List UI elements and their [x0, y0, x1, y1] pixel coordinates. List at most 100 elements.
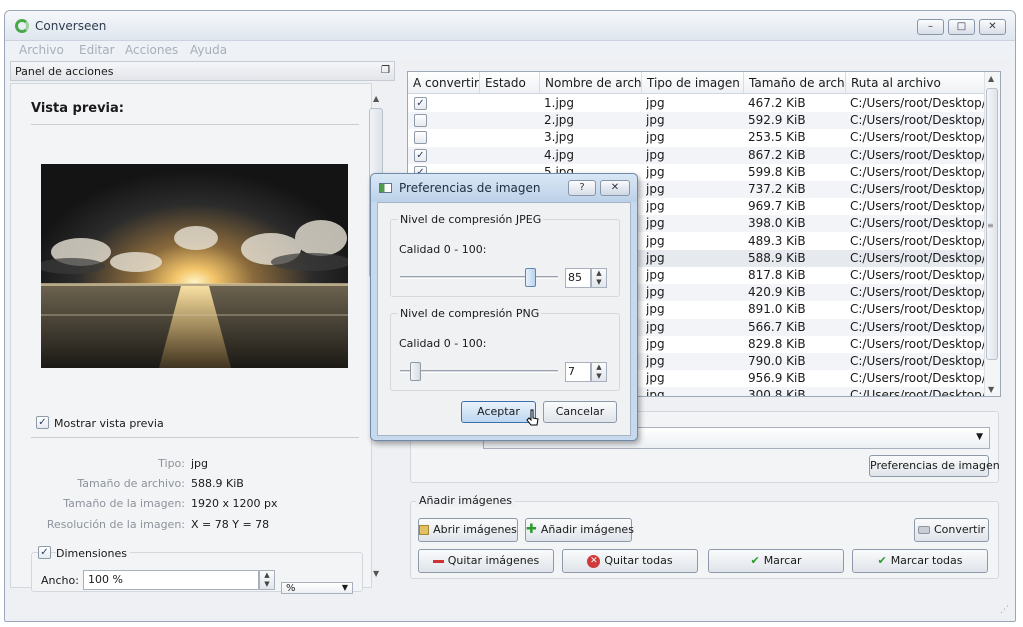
col-file-path[interactable]: Ruta al archivo [846, 72, 988, 94]
preview-header: Vista previa: [31, 101, 124, 116]
col-filename[interactable]: Nombre de archivo [540, 72, 642, 94]
row-file-size: 891.0 KiB [748, 302, 806, 317]
row-filename: 1.jpg [544, 96, 575, 110]
row-filename: 4.jpg [544, 147, 575, 162]
row-checkbox[interactable]: ✓ [414, 148, 427, 162]
info-type-label: Tipo: [158, 457, 185, 470]
convert-label: Convertir [933, 523, 986, 536]
row-filename: 3.jpg [544, 130, 575, 145]
mark-button[interactable]: ✔ Marcar [708, 549, 844, 573]
col-file-size[interactable]: Tamaño de archivo [744, 72, 846, 94]
open-images-button[interactable]: Abrir imágenes [418, 518, 518, 542]
row-file-path: C:/Users/root/Desktop/... [850, 388, 986, 397]
png-slider-handle[interactable] [410, 362, 422, 381]
table-row[interactable]: 2.jpg jpg 592.9 KiB C:/Users/root/Desktop/.… [408, 112, 988, 130]
jpeg-slider-handle[interactable] [524, 268, 536, 287]
row-checkbox[interactable]: ✓ [414, 97, 427, 110]
undock-icon[interactable]: ❐ [381, 65, 390, 76]
jpeg-quality-stepper[interactable]: ▲ ▼ [591, 268, 607, 288]
grip-icon: ≡ [987, 221, 994, 230]
preview-image [41, 164, 348, 368]
row-file-size: 969.7 KiB [748, 199, 806, 214]
window-title: Converseen [35, 19, 107, 33]
info-resolution-label: Resolución de la imagen: [46, 518, 185, 531]
convert-icon [917, 526, 930, 534]
row-file-size: 829.8 KiB [748, 336, 806, 351]
chevron-down-icon: ▼ [976, 432, 983, 442]
remove-all-button[interactable]: ✕ Quitar todas [562, 549, 698, 573]
scroll-up-arrow[interactable]: ▲ [373, 94, 379, 103]
mark-all-button[interactable]: ✔ Marcar todas [852, 549, 988, 573]
col-image-type[interactable]: Tipo de imagen [642, 72, 744, 94]
unit-select[interactable]: % ▼ [281, 582, 353, 594]
width-input[interactable]: 100 % [83, 570, 259, 590]
dialog-close-button[interactable]: ✕ [600, 180, 630, 196]
row-file-path: C:/Users/root/Desktop/... [850, 268, 986, 282]
mark-all-label: Marcar todas [890, 554, 963, 567]
row-file-size: 566.7 KiB [748, 319, 806, 334]
row-file-path: C:/Users/root/Desktop/... [850, 147, 986, 162]
minimize-button[interactable]: – [917, 19, 944, 35]
png-quality-stepper[interactable]: ▲ ▼ [591, 362, 607, 382]
menu-archivo[interactable]: Archivo [19, 43, 64, 57]
row-file-path: C:/Users/root/Desktop/... [850, 130, 986, 145]
row-checkbox[interactable] [414, 114, 427, 128]
cancel-button[interactable]: Cancelar [543, 401, 617, 423]
row-image-type: jpg [646, 250, 665, 265]
table-scroll-down-arrow[interactable]: ▼ [988, 385, 994, 394]
row-image-type: jpg [646, 199, 665, 214]
row-file-path: C:/Users/root/Desktop/... [850, 250, 986, 265]
show-preview-label: Mostrar vista previa [54, 417, 164, 430]
title-bar[interactable]: Converseen – □ ✕ [5, 11, 1015, 41]
image-preferences-button[interactable]: Preferencias de imagen [869, 455, 1000, 477]
accept-button[interactable]: Aceptar [461, 401, 536, 423]
table-scroll-up-arrow[interactable]: ▲ [988, 74, 994, 83]
close-button[interactable]: ✕ [979, 19, 1006, 35]
row-image-type: jpg [646, 268, 665, 282]
menu-editar[interactable]: Editar [79, 43, 115, 57]
row-checkbox[interactable] [414, 131, 427, 145]
row-file-path: C:/Users/root/Desktop/... [850, 302, 986, 317]
row-file-size: 817.8 KiB [748, 268, 806, 282]
row-image-type: jpg [646, 371, 665, 386]
table-row[interactable]: 3.jpg jpg 253.5 KiB C:/Users/root/Desktop/.… [408, 129, 988, 146]
row-image-type: jpg [646, 130, 665, 145]
menu-ayuda[interactable]: Ayuda [190, 43, 227, 57]
add-images-title: Añadir imágenes [416, 494, 516, 507]
row-filename: 2.jpg [544, 113, 575, 128]
png-quality-input[interactable]: 7 [565, 362, 591, 382]
row-file-path: C:/Users/root/Desktop/... [850, 233, 986, 248]
jpeg-quality-input[interactable]: 85 [565, 268, 591, 288]
table-row[interactable]: ✓ 4.jpg jpg 867.2 KiB C:/Users/root/Desktop/… [408, 146, 988, 164]
maximize-button[interactable]: □ [948, 19, 975, 35]
row-file-size: 737.2 KiB [748, 182, 806, 196]
table-row[interactable]: ✓ 1.jpg jpg 467.2 KiB C:/Users/root/Desktop/… [408, 95, 988, 112]
menu-acciones[interactable]: Acciones [125, 43, 178, 57]
scroll-down-arrow[interactable]: ▼ [373, 569, 379, 578]
open-images-label: Abrir imágenes [433, 523, 517, 536]
help-button[interactable]: ? [568, 180, 596, 196]
row-image-type: jpg [646, 302, 665, 317]
row-image-type: jpg [646, 164, 665, 179]
unit-select-value: % [286, 583, 296, 594]
row-image-type: jpg [646, 113, 665, 128]
width-stepper[interactable]: ▲ ▼ [259, 570, 275, 590]
dialog-title: Preferencias de imagen [399, 181, 541, 195]
col-status[interactable]: Estado [480, 72, 540, 94]
png-slider-track[interactable] [400, 370, 558, 373]
row-image-type: jpg [646, 147, 665, 162]
actions-panel: Vista previa: ✓ Mostrar vista previa Tip… [10, 83, 372, 594]
add-images-button[interactable]: ✚ Añadir imágenes [525, 518, 634, 542]
folder-icon [419, 525, 430, 535]
dimensions-checkbox[interactable]: ✓ [38, 546, 51, 559]
remove-images-button[interactable]: Quitar imágenes [418, 549, 554, 573]
col-to-convert[interactable]: A convertir [408, 72, 480, 94]
convert-button[interactable]: Convertir [914, 518, 989, 542]
image-preferences-dialog: Preferencias de imagen ? ✕ Nivel de comp… [370, 173, 638, 441]
resize-grip-icon[interactable]: ⋰ [1000, 605, 1009, 615]
row-file-path: C:/Users/root/Desktop/... [850, 113, 986, 128]
dialog-title-bar[interactable]: Preferencias de imagen ? ✕ [371, 174, 637, 202]
row-file-path: C:/Users/root/Desktop/... [850, 336, 986, 351]
show-preview-checkbox[interactable]: ✓ [36, 416, 49, 429]
dialog-body: Nivel de compresión JPEG Calidad 0 - 100… [377, 202, 631, 436]
